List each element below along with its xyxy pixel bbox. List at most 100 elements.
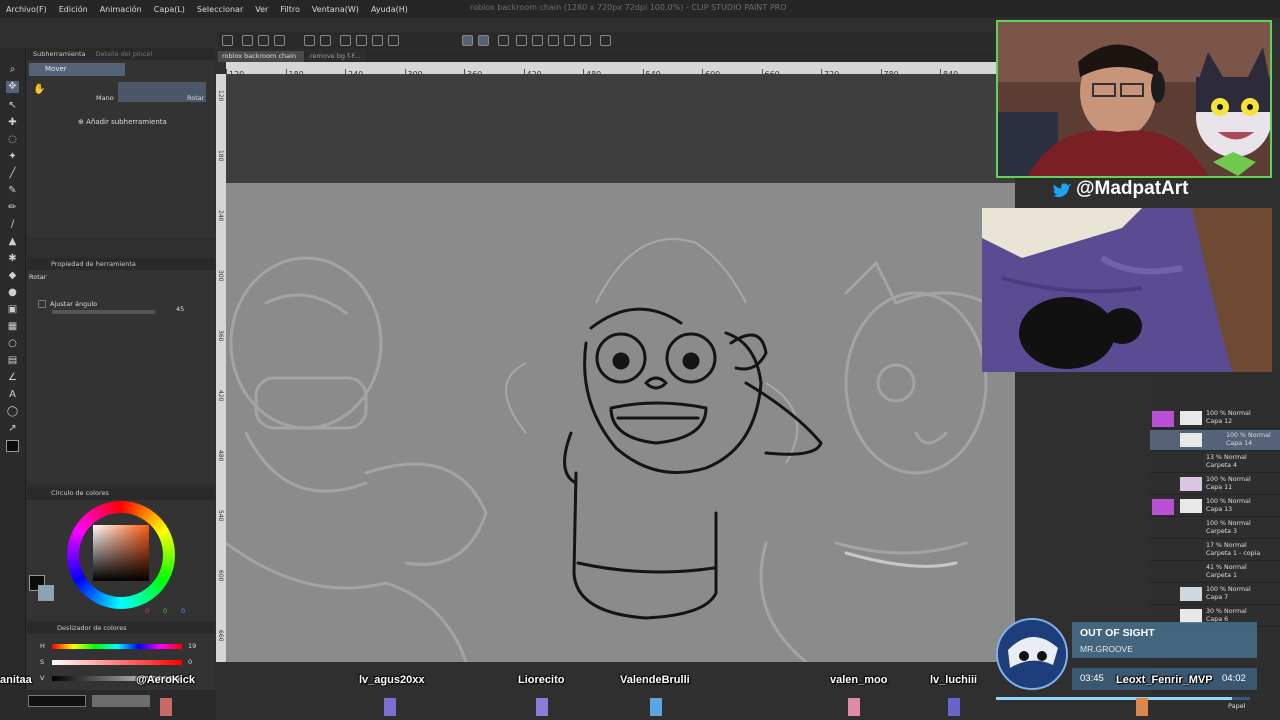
song-artist: MR.GROOVE	[1080, 644, 1133, 654]
sketch-drawing	[226, 238, 1015, 662]
color-value-r: 0	[145, 607, 150, 615]
figure-icon[interactable]: ○	[6, 338, 19, 350]
chat-user: anitaa	[0, 674, 32, 686]
subtool-tab-title[interactable]: Subherramienta	[33, 50, 86, 58]
redo-icon[interactable]	[320, 35, 331, 46]
copy-icon[interactable]	[372, 35, 383, 46]
frame-icon[interactable]: ▤	[6, 355, 19, 367]
hue-label: H	[40, 642, 45, 650]
angle-value[interactable]: 45	[176, 305, 184, 313]
saturation-slider[interactable]	[52, 660, 182, 665]
undo-icon[interactable]	[304, 35, 315, 46]
layer-row[interactable]: 100 % Normal Capa 13	[1150, 496, 1280, 517]
menu-archivo[interactable]: Archivo(F)	[0, 5, 53, 14]
blend-icon[interactable]: ●	[6, 287, 19, 299]
airbrush-icon[interactable]: ▲	[6, 236, 19, 248]
pen-icon[interactable]: ✎	[6, 185, 19, 197]
snap-special-icon[interactable]	[478, 35, 489, 46]
sub-color-chip[interactable]	[38, 585, 54, 601]
deselect-icon[interactable]	[516, 35, 527, 46]
twitter-handle: @MadpatArt	[1076, 178, 1189, 199]
text-icon[interactable]: A	[6, 389, 19, 401]
transform-icon[interactable]	[388, 35, 399, 46]
menu-filtro[interactable]: Filtro	[274, 5, 306, 14]
move-layer-icon[interactable]: ✚	[6, 117, 19, 129]
decoration-icon[interactable]: ✱	[6, 253, 19, 265]
layer-row[interactable]: 13 % Normal Carpeta 4	[1150, 452, 1280, 473]
adjust-angle-checkbox[interactable]	[38, 300, 46, 308]
correct-line-icon[interactable]: ↗	[6, 423, 19, 435]
menu-ventana[interactable]: Ventana(W)	[306, 5, 365, 14]
paper-layer-name[interactable]: Papel	[1228, 702, 1246, 710]
layer-row[interactable]: 100 % Normal Capa 7	[1150, 584, 1280, 605]
tab-roblox-backroom-chain[interactable]: roblox backroom chain	[218, 51, 304, 62]
hue-slider[interactable]	[52, 644, 182, 649]
layer-row[interactable]: 100 % Normal Capa 12	[1150, 408, 1280, 429]
open-icon[interactable]	[258, 35, 269, 46]
layer-row[interactable]: 100 % Normal Capa 11	[1150, 474, 1280, 495]
layout-icon[interactable]	[600, 35, 611, 46]
menu-ayuda[interactable]: Ayuda(H)	[365, 5, 414, 14]
layer-mode: 13 % Normal	[1206, 454, 1247, 461]
snap-ruler-icon[interactable]	[462, 35, 473, 46]
sub-color-preview[interactable]	[92, 695, 150, 707]
save-icon[interactable]	[274, 35, 285, 46]
menu-animacion[interactable]: Animación	[94, 5, 148, 14]
new-file-icon[interactable]	[242, 35, 253, 46]
chat-user: Leoxt_Fenrir_MVP	[1116, 674, 1213, 686]
ruler-icon[interactable]: ∠	[6, 372, 19, 384]
pencil-icon[interactable]: ✏	[6, 202, 19, 214]
saturation-value-square[interactable]	[93, 525, 149, 581]
lasso-icon[interactable]: ◌	[6, 134, 19, 146]
settings-icon[interactable]	[580, 35, 591, 46]
tool-property-title[interactable]: Propiedad de herramienta	[51, 260, 136, 268]
new-icon[interactable]	[222, 35, 233, 46]
move-icon[interactable]: ✥	[6, 81, 19, 93]
subtool-rotar[interactable]: Rotar	[187, 94, 204, 102]
menu-ver[interactable]: Ver	[249, 5, 274, 14]
magic-wand-icon[interactable]: ✦	[6, 151, 19, 163]
layer-row[interactable]: 17 % Normal Carpeta 1 - copia	[1150, 540, 1280, 561]
menu-seleccionar[interactable]: Seleccionar	[191, 5, 249, 14]
ruler-tick: 420	[217, 390, 224, 402]
ruler-tick: 180	[217, 150, 224, 162]
select-all-icon[interactable]	[498, 35, 509, 46]
menu-capa[interactable]: Capa(L)	[148, 5, 191, 14]
elapsed-time: 03:45	[1080, 673, 1104, 684]
add-subtool-button[interactable]: ⊕ Añadir subherramienta	[78, 118, 167, 126]
angle-slider[interactable]	[52, 310, 155, 314]
menu-edicion[interactable]: Edición	[53, 5, 94, 14]
subtool-panel	[27, 48, 215, 238]
zoom-icon[interactable]: ⌕	[6, 64, 19, 76]
layer-thumbnail	[1180, 609, 1202, 623]
tool-property-panel	[27, 258, 215, 483]
balloon-icon[interactable]: ◯	[6, 406, 19, 418]
color-wheel-title[interactable]: Círculo de colores	[51, 489, 109, 497]
brush-detail-tab[interactable]: Detalle del pincel	[96, 50, 153, 58]
layer-row[interactable]: 100 % Normal Carpeta 3	[1150, 518, 1280, 539]
operation-icon[interactable]: ↖	[6, 100, 19, 112]
hue-value[interactable]: 19	[188, 642, 196, 650]
ruler-tick: 660	[217, 630, 224, 642]
layer-row-selected[interactable]: 100 % Normal Capa 14	[1150, 430, 1280, 451]
tab-remove-bg[interactable]: remove bg f-F...	[306, 51, 366, 62]
cut-icon[interactable]	[356, 35, 367, 46]
subtool-group-mover[interactable]: Mover	[29, 63, 125, 76]
gradient-icon[interactable]: ▦	[6, 321, 19, 333]
invert-selection-icon[interactable]	[532, 35, 543, 46]
brush-icon[interactable]: ∕	[6, 219, 19, 231]
fill-selection-icon[interactable]	[564, 35, 575, 46]
subtool-mano[interactable]: Mano	[96, 94, 114, 102]
main-color-preview[interactable]	[28, 695, 86, 707]
saturation-value[interactable]: 0	[188, 658, 192, 666]
main-color-swatch[interactable]	[6, 440, 19, 452]
cat-camera-overlay	[982, 208, 1272, 372]
eraser-icon[interactable]: ◆	[6, 270, 19, 282]
crop-icon[interactable]	[548, 35, 559, 46]
fill-icon[interactable]: ▣	[6, 304, 19, 316]
layer-row[interactable]: 41 % Normal Carpeta 1	[1150, 562, 1280, 583]
color-slider-title[interactable]: Deslizador de colores	[57, 624, 127, 632]
clear-icon[interactable]	[340, 35, 351, 46]
layer-mode: 17 % Normal	[1206, 542, 1247, 549]
eyedropper-icon[interactable]: ╱	[6, 168, 19, 180]
